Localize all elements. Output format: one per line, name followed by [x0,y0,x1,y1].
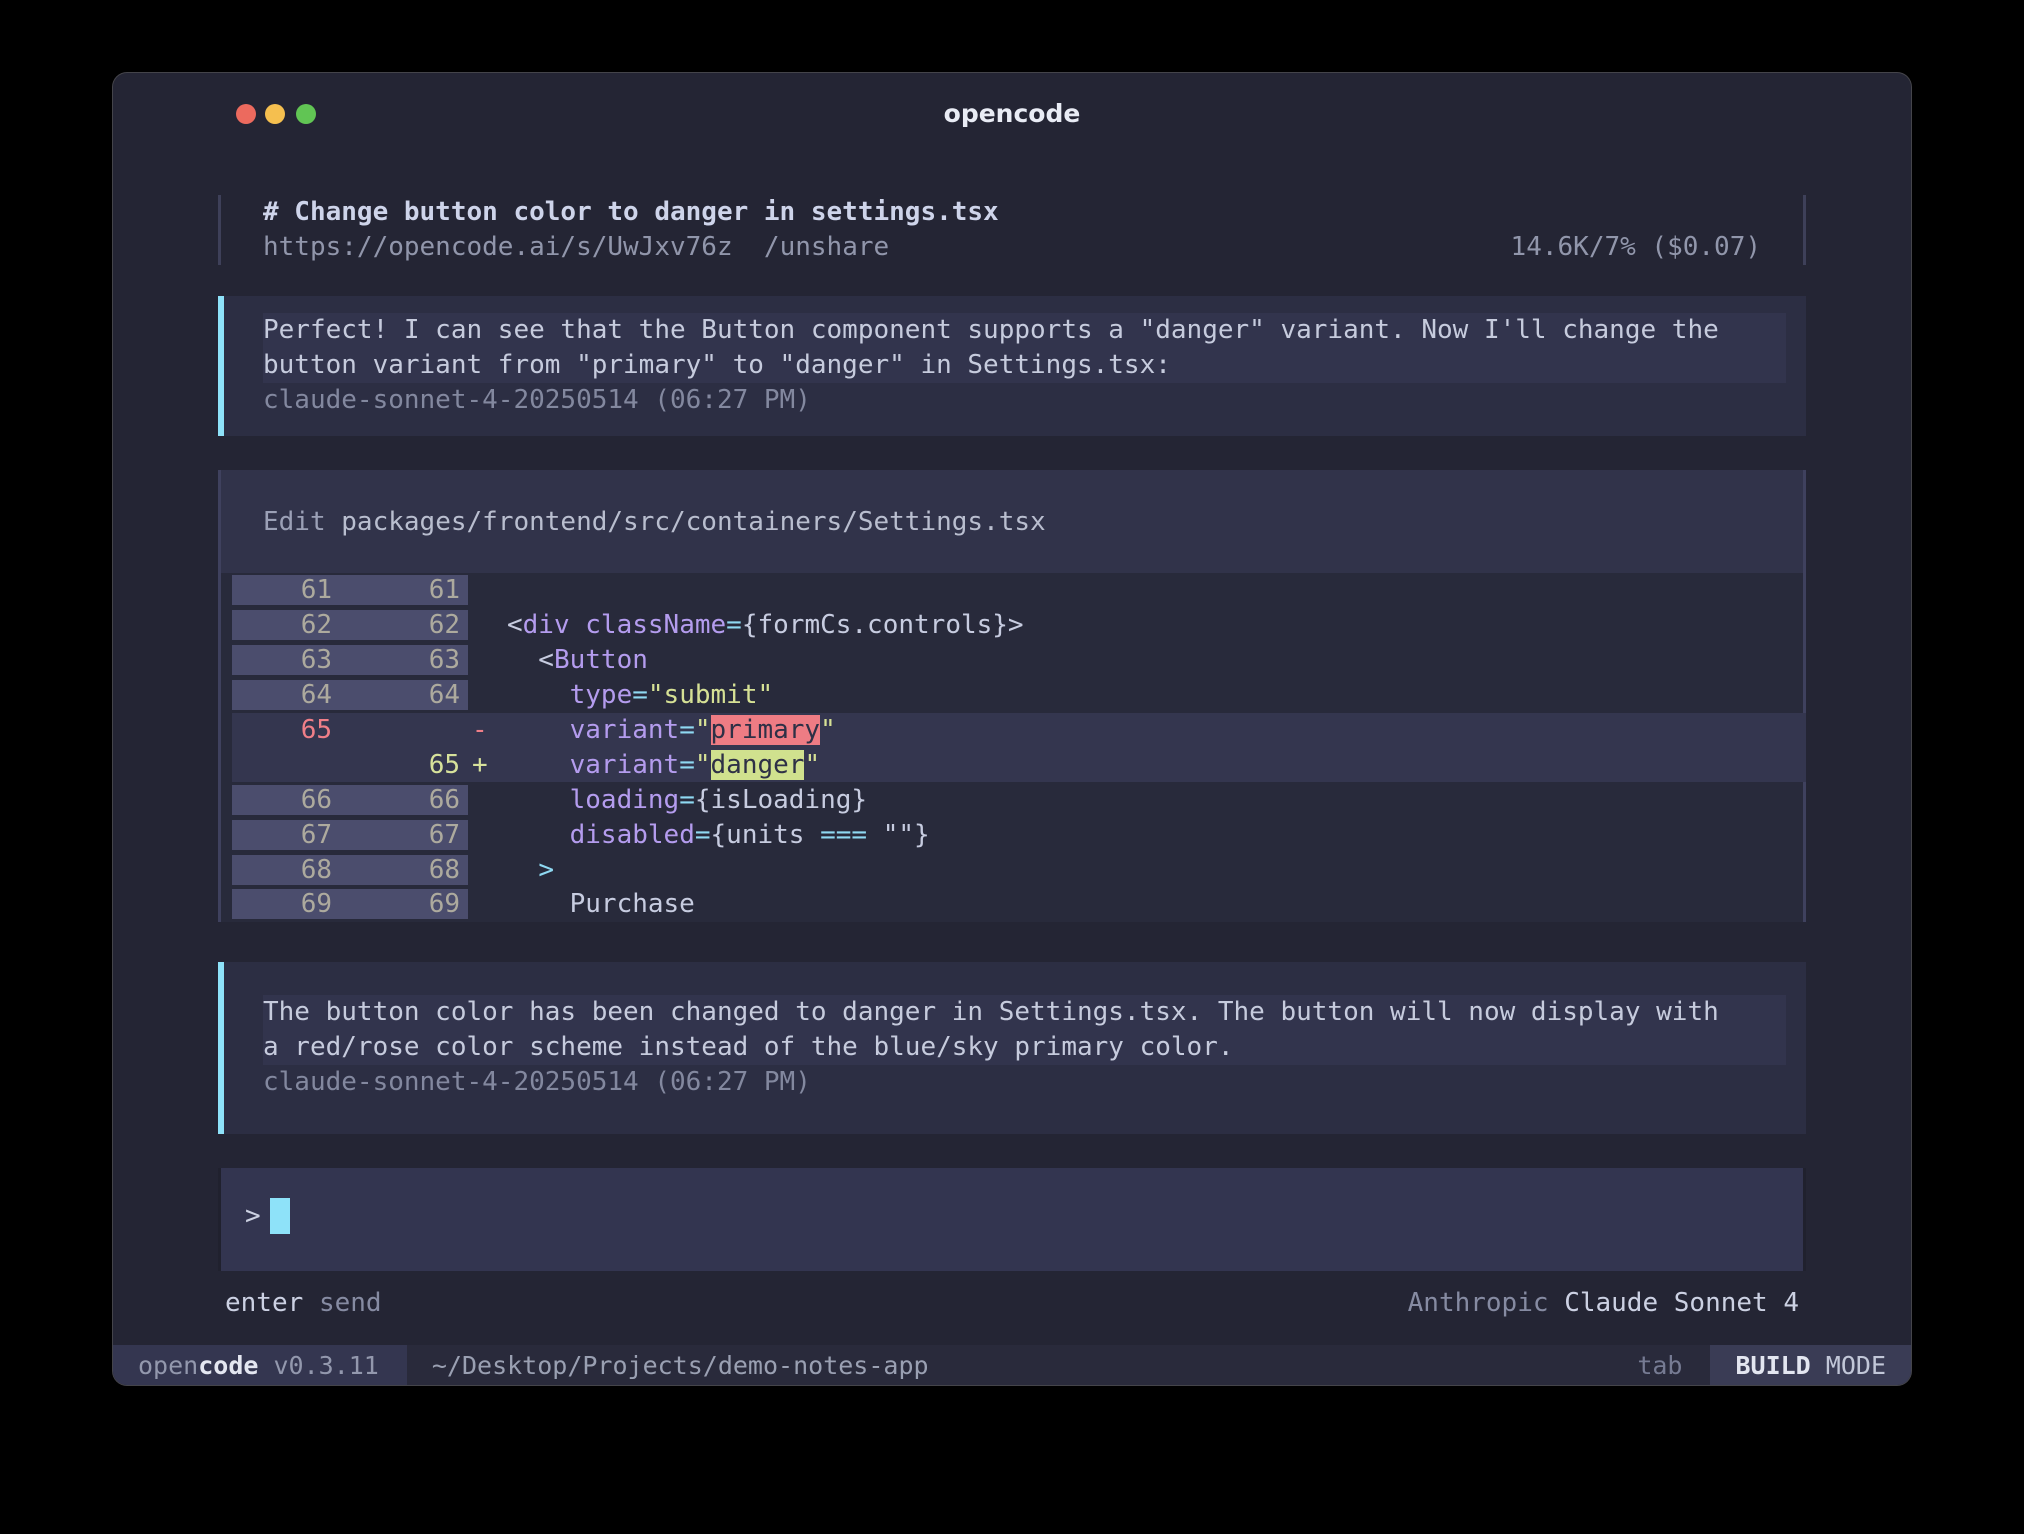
message-line: The button color has been changed to dan… [263,995,1786,1030]
diff-row: 65+ variant="danger" [232,747,1806,782]
app-version-chip: opencode v0.3.11 [113,1345,407,1385]
message-model-meta: claude-sonnet-4-20250514 (06:27 PM) [263,383,1786,418]
status-bar: opencode v0.3.11 ~/Desktop/Projects/demo… [113,1345,1911,1385]
context-stats: 14.6K/7% ($0.07) [1511,230,1761,265]
edit-file-path: packages/frontend/src/containers/Setting… [341,507,1045,537]
diff-row: 65- variant="primary" [232,713,1806,748]
message-line: a red/rose color scheme instead of the b… [263,1030,1786,1065]
send-hint: enter send [225,1285,382,1321]
text-cursor [270,1198,290,1234]
message-model-meta: claude-sonnet-4-20250514 (06:27 PM) [263,1065,1786,1100]
diff-row: 6868 > [232,852,1803,887]
session-header: # Change button color to danger in setti… [218,195,1806,265]
titlebar: opencode [113,73,1911,193]
working-directory: ~/Desktop/Projects/demo-notes-app [407,1351,929,1380]
enter-key-hint: enter [225,1288,303,1318]
message-line: button variant from "primary" to "danger… [263,348,1786,383]
send-label: send [319,1288,382,1318]
prompt-symbol: > [245,1201,261,1231]
assistant-message: Perfect! I can see that the Button compo… [218,296,1806,436]
edit-tool-header: Edit packages/frontend/src/containers/Se… [221,470,1803,573]
diff-row: 6767 disabled={units === ""} [232,817,1803,852]
mode-chip[interactable]: BUILD MODE [1710,1345,1911,1385]
message-line: Perfect! I can see that the Button compo… [263,313,1786,348]
prompt-input[interactable]: > [218,1168,1806,1271]
hint-row: enter send Anthropic Claude Sonnet 4 [218,1285,1806,1321]
app-name: open [138,1351,198,1380]
edit-action-label: Edit [263,507,326,537]
diff-row: 6363 <Button [232,643,1803,678]
session-title: # Change button color to danger in setti… [263,195,1761,230]
diff-row: 6161 [232,573,1803,608]
diff-row: 6262<div className={formCs.controls}> [232,608,1803,643]
edit-tool-card: Edit packages/frontend/src/containers/Se… [218,470,1806,922]
model-name: Claude Sonnet 4 [1564,1288,1799,1318]
app-version: v0.3.11 [274,1351,379,1380]
model-provider: Anthropic [1408,1288,1549,1318]
app-name-bold: code [198,1351,258,1380]
mode-suffix: MODE [1811,1351,1886,1380]
opencode-window: opencode # Change button color to danger… [113,73,1911,1385]
diff-row: 6969 Purchase [232,887,1803,922]
window-title: opencode [113,99,1911,128]
diff-row: 6464 type="submit" [232,678,1803,713]
mode-name: BUILD [1735,1351,1810,1380]
assistant-message: The button color has been changed to dan… [218,962,1806,1134]
model-indicator: Anthropic Claude Sonnet 4 [1408,1285,1799,1321]
diff-row: 6666 loading={isLoading} [232,782,1803,817]
unshare-command[interactable]: /unshare [764,232,889,262]
diff-rows: 61616262<div className={formCs.controls}… [221,573,1803,922]
session-share-row: https://opencode.ai/s/UwJxv76z /unshare [263,230,889,265]
mode-switch-key[interactable]: tab [1637,1351,1710,1380]
share-url-link[interactable]: https://opencode.ai/s/UwJxv76z [263,232,733,262]
